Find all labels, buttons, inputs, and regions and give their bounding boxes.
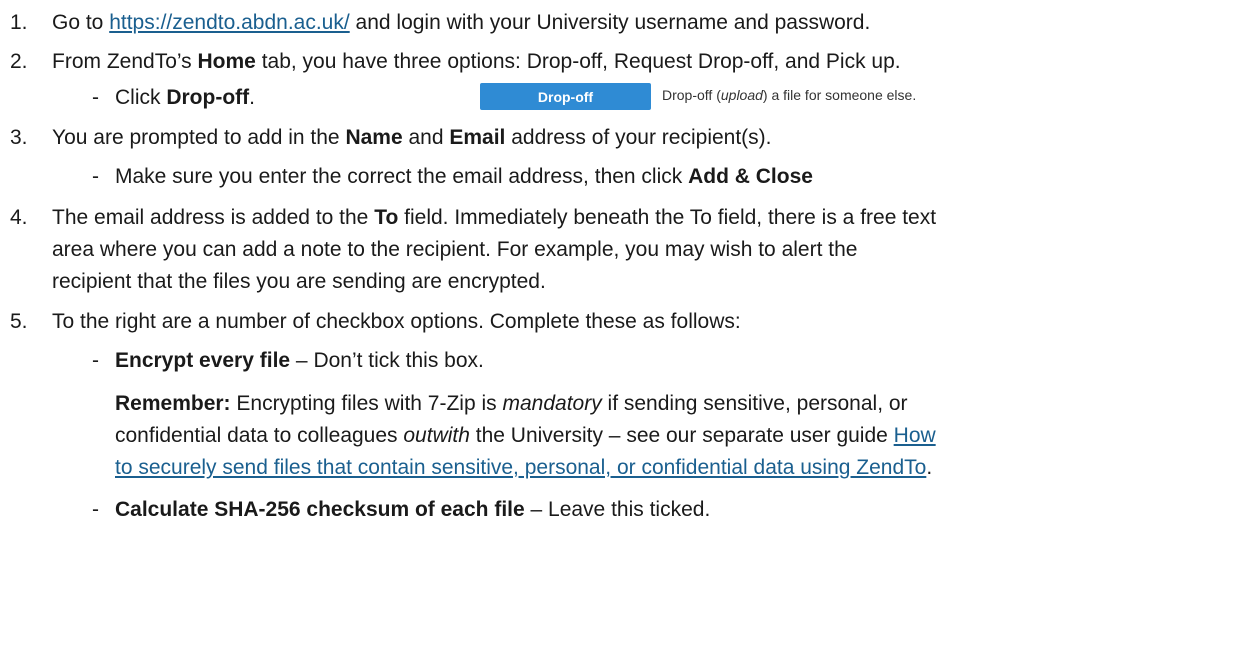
drop-off-button[interactable]: Drop-off [480,83,651,110]
zendto-link[interactable]: https://zendto.abdn.ac.uk/ [109,11,350,34]
bullet-dash: - [92,86,99,109]
step-number: 1. [10,11,28,34]
step-text: Go to [52,11,110,34]
name-label: Name [345,126,403,149]
step-number: 2. [10,50,28,73]
step-text: . [249,86,255,109]
bullet-dash: - [92,165,99,188]
drop-off-label: Drop-off [166,86,250,109]
user-guide-link-continued[interactable]: to securely send files that contain sens… [115,456,926,479]
bullet-dash: - [92,349,99,372]
to-field-label: To [374,206,399,229]
step-text: and login with your University username … [349,11,871,34]
remember-line-3: to securely send files that contain sens… [115,456,933,479]
step-number: 3. [10,126,28,149]
step-text: tab, you have three options: Drop-off, R… [255,50,901,73]
drop-off-description: Drop-off (upload) a file for someone els… [662,87,917,103]
email-label: Email [449,126,506,149]
remember-line-1: Remember: Encrypting files with 7-Zip is… [115,392,908,415]
instruction-document: 1. Go to https://zendto.abdn.ac.uk/ and … [0,0,1252,648]
step-number: 5. [10,310,28,333]
bullet-dash: - [92,498,99,521]
step-text: From ZendTo’s [52,50,198,73]
home-tab-label: Home [197,50,256,73]
checksum-label: Calculate SHA-256 checksum of each file [115,498,525,521]
remember-line-2: confidential data to colleagues outwith … [115,424,936,447]
step-4-line-3: recipient that the files you are sending… [52,270,546,293]
remember-label: Remember: [115,392,231,415]
encrypt-every-file-label: Encrypt every file [115,349,291,372]
step-number: 4. [10,206,28,229]
add-close-label: Add & Close [688,165,813,188]
step-4-line-2: area where you can add a note to the rec… [52,238,858,261]
user-guide-link[interactable]: How [894,424,936,447]
step-text: Click [115,86,167,109]
